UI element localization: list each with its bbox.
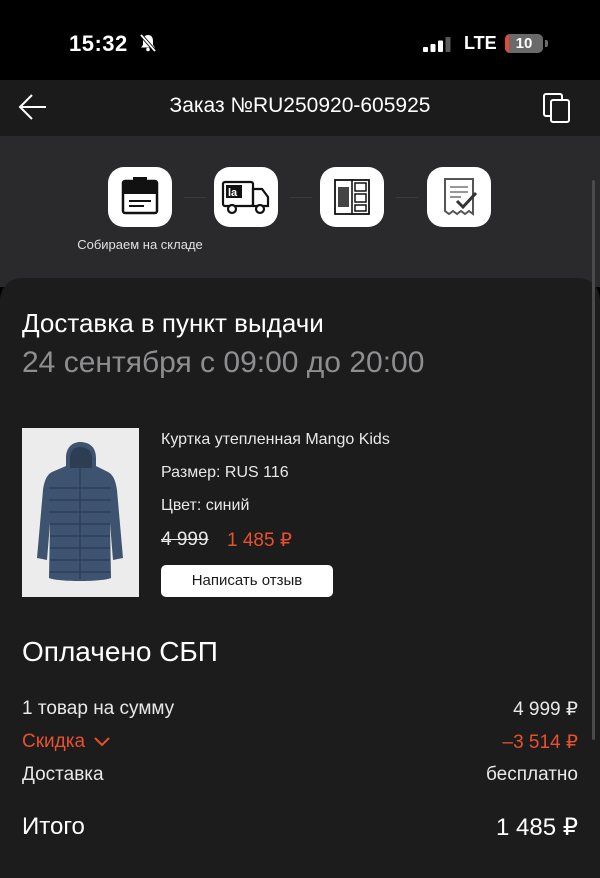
discount-toggle[interactable]: Скидка [22, 731, 111, 753]
copy-icon[interactable] [542, 92, 572, 124]
pickup-locker-icon [320, 167, 384, 227]
items-total-value: 4 999 ₽ [513, 699, 578, 720]
product-size: Размер: RUS 116 [161, 464, 289, 481]
signal-icon [423, 37, 451, 52]
delivery-title: Доставка в пункт выдачи [22, 308, 324, 338]
items-total-label: 1 товар на сумму [22, 698, 175, 719]
battery-cap [545, 40, 548, 47]
total-value: 1 485 ₽ [496, 814, 578, 841]
receipt-check-icon [427, 167, 491, 227]
step-connector [396, 197, 418, 198]
box-icon [108, 167, 172, 227]
scrollbar[interactable] [592, 180, 595, 740]
nav-bar: Заказ №RU250920-605925 [0, 80, 600, 137]
order-progress: la Собираем на складе [0, 137, 600, 287]
delivery-cost-label: Доставка [22, 764, 104, 785]
product-name[interactable]: Куртка утепленная Mango Kids [161, 431, 390, 449]
payment-title: Оплачено СБП [22, 636, 218, 667]
network-type: LTE [464, 33, 497, 53]
product-new-price: 1 485 ₽ [227, 530, 292, 551]
svg-text:la: la [228, 187, 238, 199]
chevron-down-icon [94, 737, 110, 747]
product-image[interactable] [22, 428, 139, 597]
page-title: Заказ №RU250920-605925 [169, 94, 431, 117]
discount-value: –3 514 ₽ [502, 732, 578, 753]
status-time: 15:32 [69, 31, 128, 56]
discount-label: Скидка [22, 731, 86, 752]
delivery-truck-icon: la [214, 167, 278, 227]
step-connector [184, 197, 206, 198]
total-label: Итого [22, 813, 85, 840]
product-color: Цвет: синий [161, 497, 250, 514]
write-review-button[interactable]: Написать отзыв [161, 565, 333, 597]
step-connector [290, 197, 312, 198]
status-bar: 15:32 LTE 10 [0, 0, 600, 80]
delivery-date: 24 сентября с 09:00 до 20:00 [22, 346, 425, 379]
product-old-price: 4 999 [161, 529, 209, 550]
battery-percent: 10 [515, 35, 533, 52]
current-step-caption: Собираем на складе [77, 237, 203, 252]
delivery-cost-value: бесплатно [485, 764, 578, 785]
battery-icon: 10 [505, 34, 543, 53]
bell-muted-icon [139, 33, 157, 53]
